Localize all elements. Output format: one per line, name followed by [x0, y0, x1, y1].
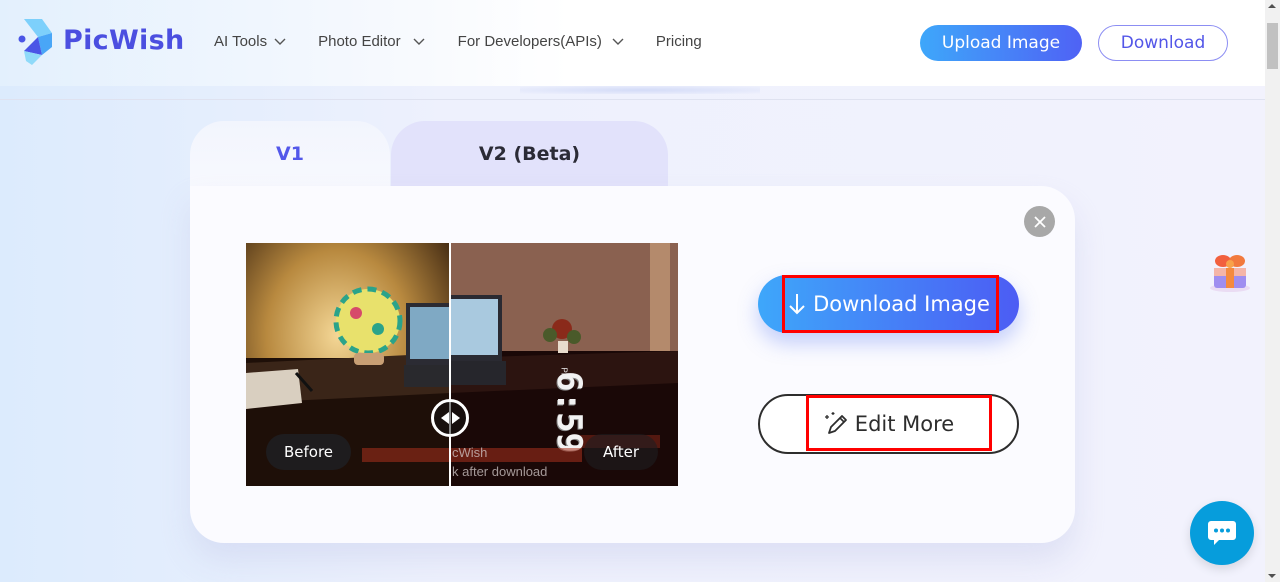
gift-promo-button[interactable]: [1206, 248, 1254, 294]
download-image-label: Download Image: [813, 292, 990, 316]
tab-label: V2 (Beta): [478, 143, 581, 165]
picwish-logo-icon: [18, 19, 52, 65]
header-glow: [520, 86, 760, 94]
compare-slider-handle[interactable]: [431, 399, 469, 437]
edit-more-content: Edit More: [823, 411, 954, 437]
result-card: 6:59 PM cWish k after download Before Af…: [190, 186, 1075, 543]
edit-more-label: Edit More: [854, 412, 955, 436]
edit-more-button[interactable]: Edit More: [758, 394, 1019, 454]
clock-suffix: PM: [559, 367, 569, 380]
header-divider: [0, 99, 1265, 100]
tab-v2-beta[interactable]: V2 (Beta): [391, 121, 668, 187]
upload-image-button[interactable]: Upload Image: [920, 25, 1082, 61]
download-image-button[interactable]: Download Image: [758, 275, 1019, 333]
chat-bubble-icon: [1208, 521, 1236, 545]
magic-pen-icon: [824, 412, 847, 434]
tab-v1[interactable]: V1: [190, 121, 390, 191]
after-label: After: [584, 434, 658, 470]
nav-label: Pricing: [655, 33, 702, 50]
arrow-right-icon: [451, 412, 460, 424]
tab-label: V1: [276, 143, 304, 165]
gift-icon: [1210, 255, 1250, 292]
chevron-down-icon: [612, 38, 624, 45]
nav-label: Photo Editor: [318, 33, 401, 50]
scroll-down-arrow-icon[interactable]: [1268, 574, 1276, 578]
scrollbar-thumb[interactable]: [1267, 23, 1278, 69]
main-nav: AI Tools Photo Editor For Developers(API…: [214, 33, 702, 50]
brand-name: PicWish: [63, 25, 185, 56]
arrow-down-icon: [789, 294, 805, 315]
nav-for-developers[interactable]: For Developers(APIs): [458, 33, 624, 50]
brand-logo[interactable]: PicWish: [18, 19, 184, 65]
close-icon: [1033, 215, 1046, 228]
clock-time: 6:59: [549, 371, 589, 453]
download-button[interactable]: Download: [1098, 25, 1228, 61]
before-after-compare[interactable]: 6:59 PM cWish k after download Before Af…: [246, 243, 678, 486]
nav-pricing[interactable]: Pricing: [656, 33, 702, 50]
page-scrollbar[interactable]: [1265, 0, 1280, 582]
nav-label: For Developers(APIs): [457, 33, 602, 50]
chevron-down-icon: [274, 38, 286, 45]
nav-label: AI Tools: [214, 33, 268, 50]
chat-support-button[interactable]: [1190, 501, 1254, 565]
chevron-down-icon: [413, 38, 425, 45]
scroll-up-arrow-icon[interactable]: [1268, 4, 1276, 8]
top-navigation-bar: PicWish AI Tools Photo Editor For Develo…: [0, 0, 1265, 86]
nav-ai-tools[interactable]: AI Tools: [214, 33, 286, 50]
arrow-left-icon: [440, 412, 449, 424]
download-image-content: Download Image: [787, 292, 990, 316]
before-label: Before: [266, 434, 351, 470]
close-button[interactable]: [1024, 206, 1055, 237]
nav-photo-editor[interactable]: Photo Editor: [318, 33, 425, 50]
watermark-note: k after download: [452, 464, 548, 479]
watermark-text: cWish: [452, 445, 488, 460]
clock-overlay: 6:59: [549, 371, 589, 453]
compare-divider-line: [449, 243, 451, 486]
